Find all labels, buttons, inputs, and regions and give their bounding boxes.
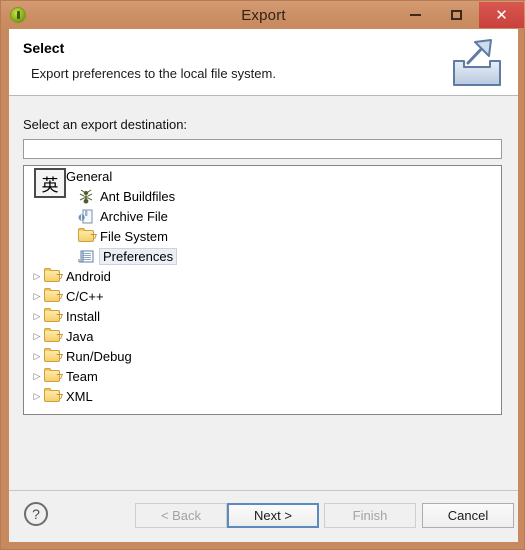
preferences-icon: [78, 250, 94, 263]
dialog-footer: ? < Back Next > Finish Cancel: [9, 490, 518, 542]
chevron-right-icon[interactable]: ▷: [30, 311, 44, 321]
page-description: Export preferences to the local file sys…: [31, 66, 276, 81]
tree-item-label: Team: [66, 368, 98, 384]
preferences-icon-wrap: [78, 248, 96, 264]
folder-icon: [44, 328, 60, 342]
tree-item-run-debug[interactable]: ▷ Run/Debug: [24, 346, 501, 366]
folder-icon: [44, 388, 60, 402]
tree-item-label: C/C++: [66, 288, 104, 304]
chevron-right-icon[interactable]: ▷: [30, 351, 44, 361]
tree-item-android[interactable]: ▷ Android: [24, 266, 501, 286]
cancel-button[interactable]: Cancel: [422, 503, 514, 528]
title-bar: Export ✕: [1, 1, 525, 29]
folder-icon: [44, 348, 60, 362]
folder-icon-wrap: [78, 228, 96, 244]
tree-item-label: Archive File: [100, 208, 168, 224]
chevron-right-icon[interactable]: ▷: [30, 271, 44, 281]
tree-item-team[interactable]: ▷ Team: [24, 366, 501, 386]
chevron-right-icon[interactable]: ▷: [30, 371, 44, 381]
tree-item-label: Preferences: [99, 247, 178, 265]
tree-item-label: Install: [66, 308, 100, 324]
close-icon: ✕: [495, 6, 508, 24]
tree-item-label: General: [66, 168, 113, 184]
ant-icon-wrap: [78, 188, 96, 204]
export-destination-tree[interactable]: ▾General Ant Buildfiles Archive File File S…: [23, 165, 502, 415]
folder-icon-wrap: [44, 348, 62, 364]
folder-icon-wrap: [44, 288, 62, 304]
chevron-right-icon[interactable]: ▷: [30, 291, 44, 301]
tree-item-java[interactable]: ▷ Java: [24, 326, 501, 346]
tree-item-label: XML: [66, 388, 93, 404]
wizard-header: Select Export preferences to the local f…: [9, 29, 518, 96]
minimize-button[interactable]: [395, 2, 436, 28]
page-title: Select: [23, 40, 65, 56]
folder-icon: [78, 228, 94, 242]
chevron-right-icon[interactable]: ▷: [30, 331, 44, 341]
ant-icon: [79, 189, 93, 204]
export-filter-input[interactable]: [23, 139, 502, 159]
tree-item-label: Run/Debug: [66, 348, 132, 364]
back-button[interactable]: < Back: [135, 503, 227, 528]
export-wizard-icon: [453, 39, 501, 86]
destination-label: Select an export destination:: [23, 117, 188, 132]
archive-file-icon-wrap: [78, 208, 96, 224]
tree-item-install[interactable]: ▷ Install: [24, 306, 501, 326]
tree-item-label: Java: [66, 328, 94, 344]
folder-icon-wrap: [44, 268, 62, 284]
tree-item-ant-buildfiles[interactable]: Ant Buildfiles: [24, 186, 501, 206]
folder-icon-wrap: [44, 308, 62, 324]
close-button[interactable]: ✕: [479, 2, 524, 28]
maximize-button[interactable]: [436, 2, 477, 28]
archive-file-icon: [78, 209, 93, 224]
tree-item-archive-file[interactable]: Archive File: [24, 206, 501, 226]
wizard-body: Select an export destination: ▾General An…: [9, 96, 518, 542]
tree-item-file-system[interactable]: File System: [24, 226, 501, 246]
finish-button[interactable]: Finish: [324, 503, 416, 528]
tree-item-preferences[interactable]: Preferences: [24, 246, 501, 266]
tree-item-label: Android: [66, 268, 111, 284]
folder-icon: [44, 308, 60, 322]
folder-icon-wrap: [44, 328, 62, 344]
eclipse-icon: [10, 7, 26, 23]
folder-icon: [44, 368, 60, 382]
folder-icon: [44, 288, 60, 302]
folder-icon-wrap: [44, 388, 62, 404]
tree-item-label: Ant Buildfiles: [100, 188, 176, 204]
tree-item-label: File System: [100, 228, 168, 244]
export-dialog-window: Export ✕ Select Export preferences to th…: [0, 0, 525, 550]
folder-icon-wrap: [44, 368, 62, 384]
help-icon[interactable]: ?: [24, 502, 48, 526]
tree-item-general[interactable]: ▾General: [24, 166, 501, 186]
tree-item-c-c[interactable]: ▷ C/C++: [24, 286, 501, 306]
folder-icon: [44, 268, 60, 282]
ime-indicator: 英: [34, 168, 66, 198]
minimize-icon: [410, 14, 421, 16]
tree-item-xml[interactable]: ▷ XML: [24, 386, 501, 406]
maximize-icon: [451, 10, 462, 20]
chevron-right-icon[interactable]: ▷: [30, 391, 44, 401]
next-button[interactable]: Next >: [227, 503, 319, 528]
